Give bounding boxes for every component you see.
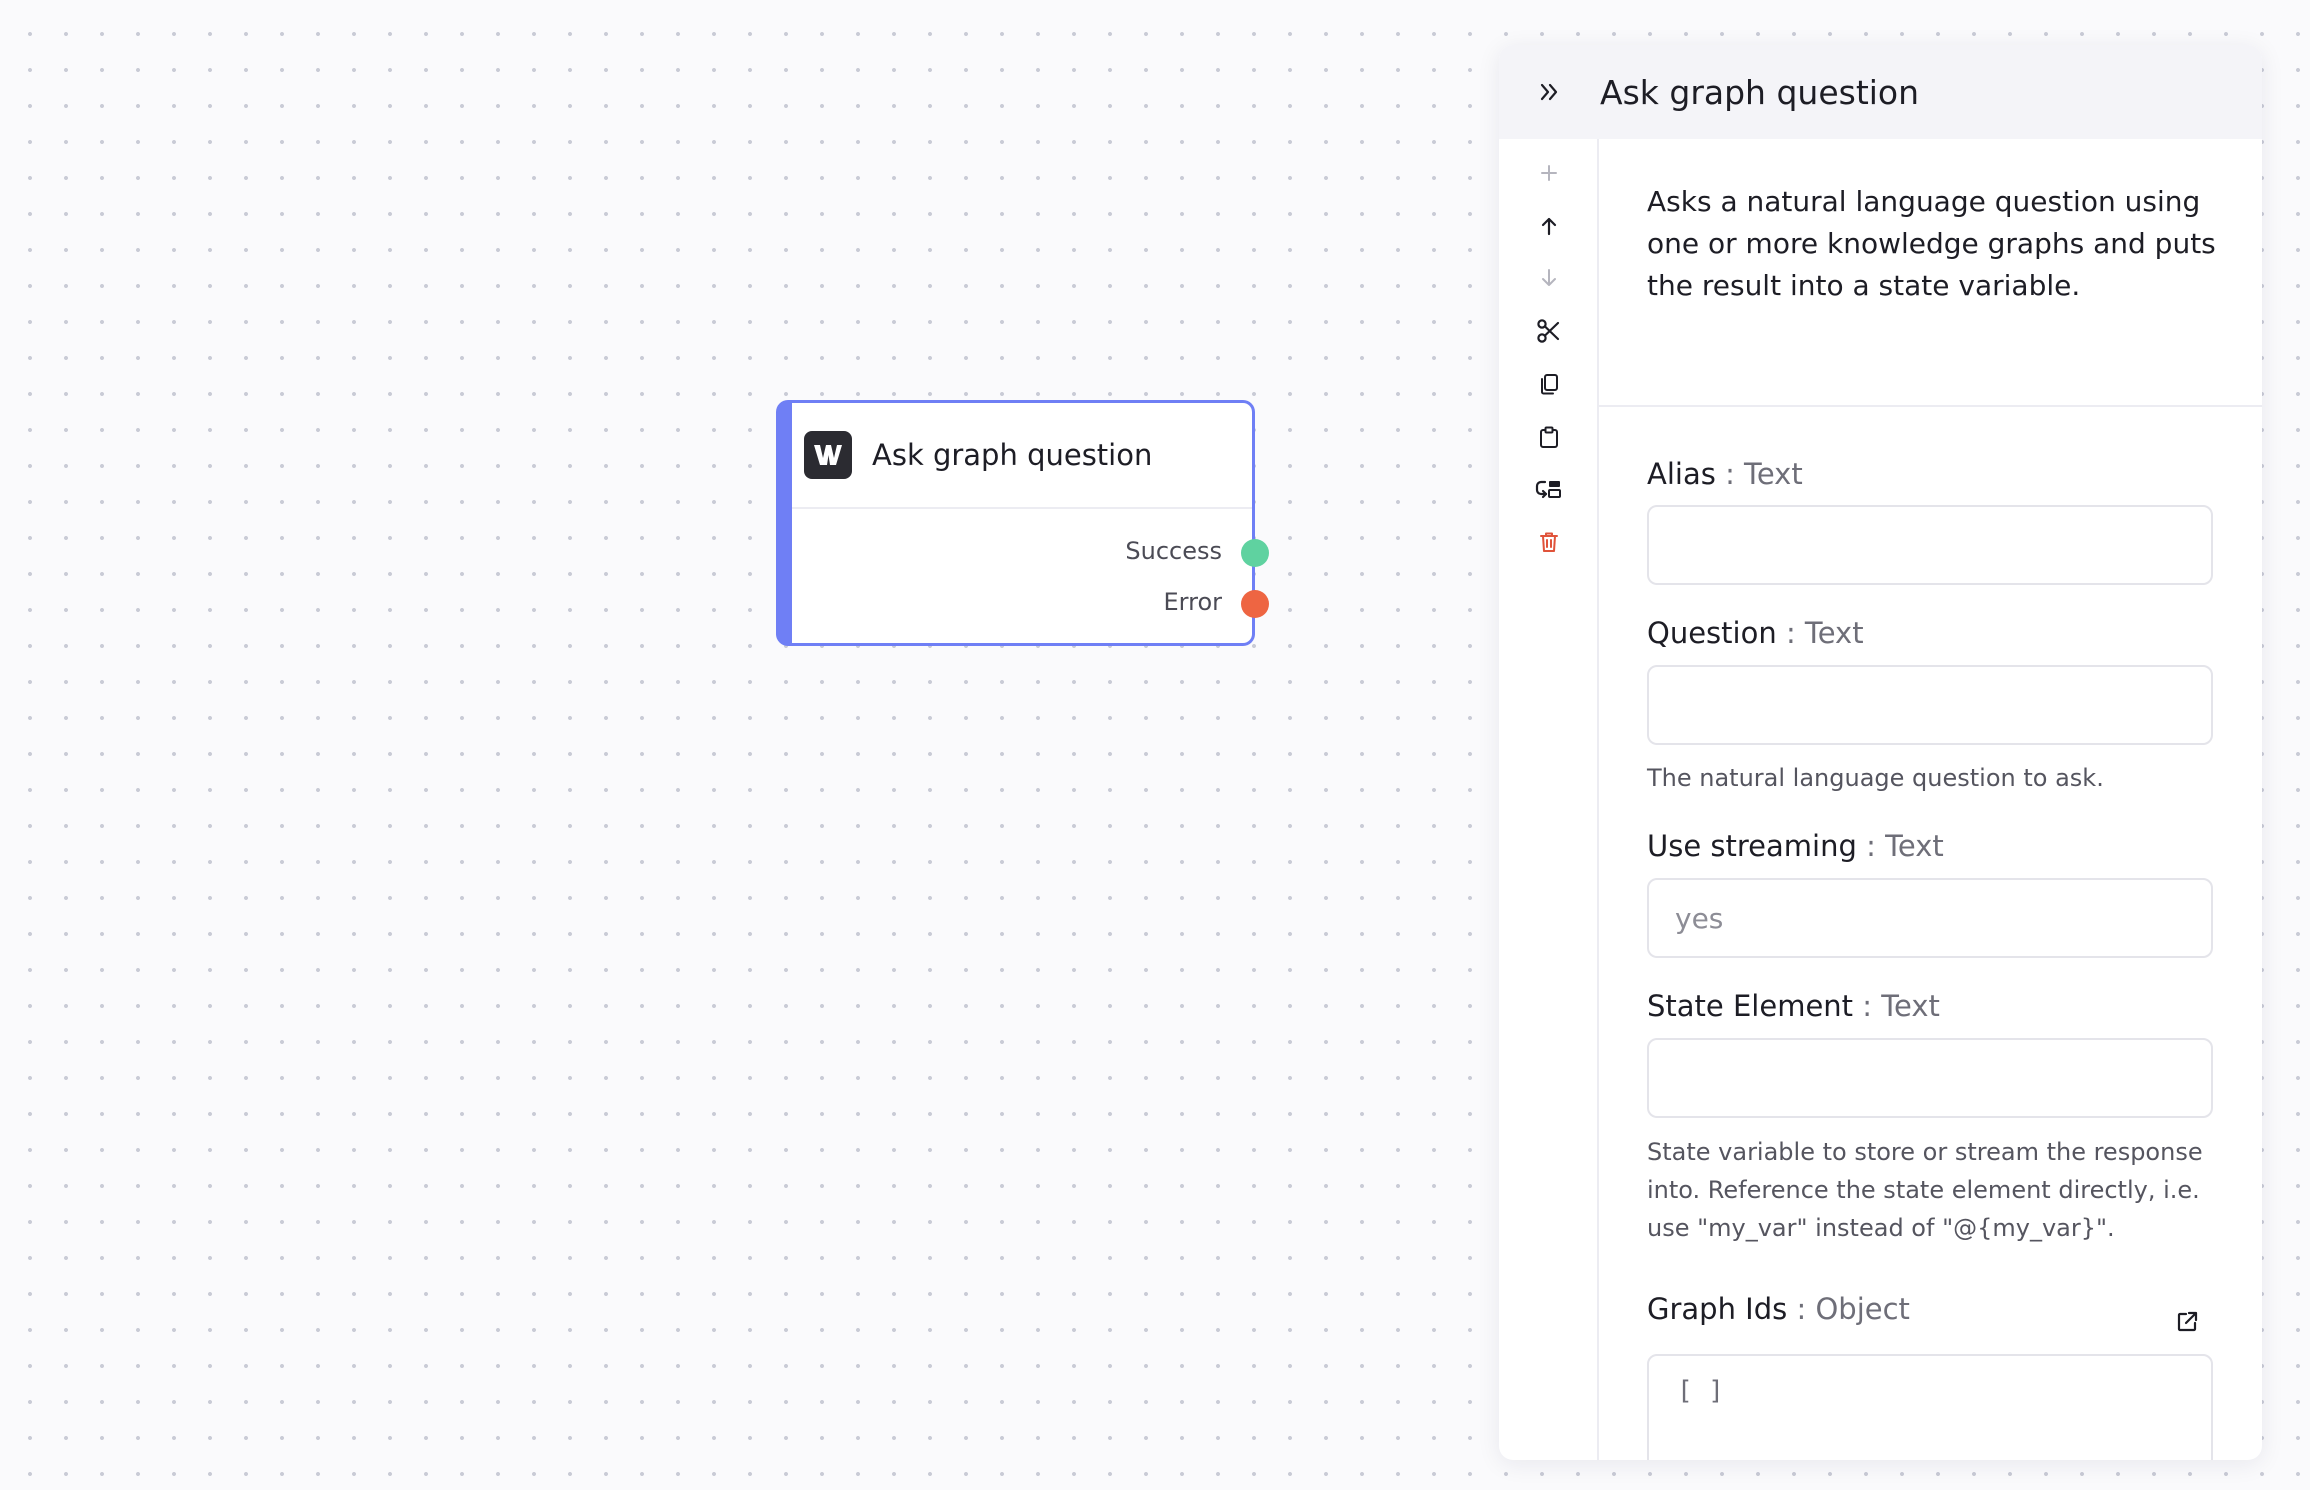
settings-panel: Ask graph question Asks a natural langua… (1499, 45, 2262, 1460)
alias-label: Alias : Text (1647, 457, 1803, 491)
alias-label-text: Alias (1647, 457, 1716, 491)
output-label-error: Error (1163, 588, 1223, 616)
go-to-parent-button[interactable] (1499, 461, 1599, 517)
use-streaming-type: : Text (1866, 829, 1944, 863)
add-button[interactable] (1499, 145, 1599, 201)
question-type: : Text (1785, 616, 1864, 650)
workflow-logo-icon (804, 431, 852, 479)
output-port-success[interactable] (1241, 539, 1269, 567)
graph-ids-label-text: Graph Ids (1647, 1292, 1788, 1326)
use-streaming-label: Use streaming : Text (1647, 829, 1944, 863)
chevrons-right-icon (1540, 83, 1558, 101)
clipboard-icon (1540, 426, 1558, 448)
state-element-help: State variable to store or stream the re… (1647, 1138, 2203, 1242)
use-streaming-input[interactable]: yes (1647, 878, 2213, 958)
node-title: Ask graph question (872, 438, 1153, 472)
trash-icon (1540, 532, 1558, 552)
open-external-icon (2177, 1311, 2198, 1332)
scissors-icon (1537, 319, 1560, 343)
state-element-input[interactable] (1647, 1038, 2213, 1118)
graph-ids-textarea[interactable]: [ ] (1647, 1354, 2213, 1460)
paste-button[interactable] (1499, 409, 1599, 465)
graph-ids-value: [ ] (1677, 1376, 1724, 1406)
collapse-panel-button[interactable] (1499, 45, 1599, 139)
copy-icon (1541, 374, 1558, 395)
question-help: The natural language question to ask. (1647, 764, 2104, 792)
panel-content: Asks a natural language question using o… (1599, 139, 2262, 1460)
state-element-type: : Text (1862, 989, 1940, 1023)
question-label-text: Question (1647, 616, 1777, 650)
question-label: Question : Text (1647, 616, 1864, 650)
panel-title: Ask graph question (1600, 72, 1920, 112)
workflow-node[interactable]: Ask graph question Success Error (776, 400, 1269, 646)
node-description: Asks a natural language question using o… (1599, 139, 2262, 407)
cut-button[interactable] (1499, 303, 1599, 359)
go-to-parent-icon (1535, 480, 1561, 499)
move-down-button[interactable] (1499, 250, 1599, 306)
panel-toolbar (1499, 139, 1599, 1460)
node-header: Ask graph question (792, 403, 1252, 509)
alias-type: : Text (1725, 457, 1803, 491)
alias-input[interactable] (1647, 505, 2213, 585)
plus-icon (1541, 165, 1557, 181)
output-label-success: Success (1125, 537, 1222, 565)
panel-header: Ask graph question (1499, 45, 2262, 139)
move-up-button[interactable] (1499, 198, 1599, 254)
graph-ids-type: : Object (1796, 1292, 1910, 1326)
question-input[interactable] (1647, 665, 2213, 745)
copy-button[interactable] (1499, 356, 1599, 412)
arrow-up-icon (1541, 217, 1557, 236)
state-element-label-text: State Element (1647, 989, 1854, 1023)
delete-button[interactable] (1499, 514, 1599, 570)
use-streaming-label-text: Use streaming (1647, 829, 1857, 863)
state-element-label: State Element : Text (1647, 989, 1940, 1023)
graph-ids-label: Graph Ids : Object (1647, 1292, 1910, 1326)
open-graph-ids-editor-button[interactable] (2167, 1302, 2207, 1342)
arrow-down-icon (1542, 269, 1556, 286)
output-port-error[interactable] (1241, 590, 1269, 618)
